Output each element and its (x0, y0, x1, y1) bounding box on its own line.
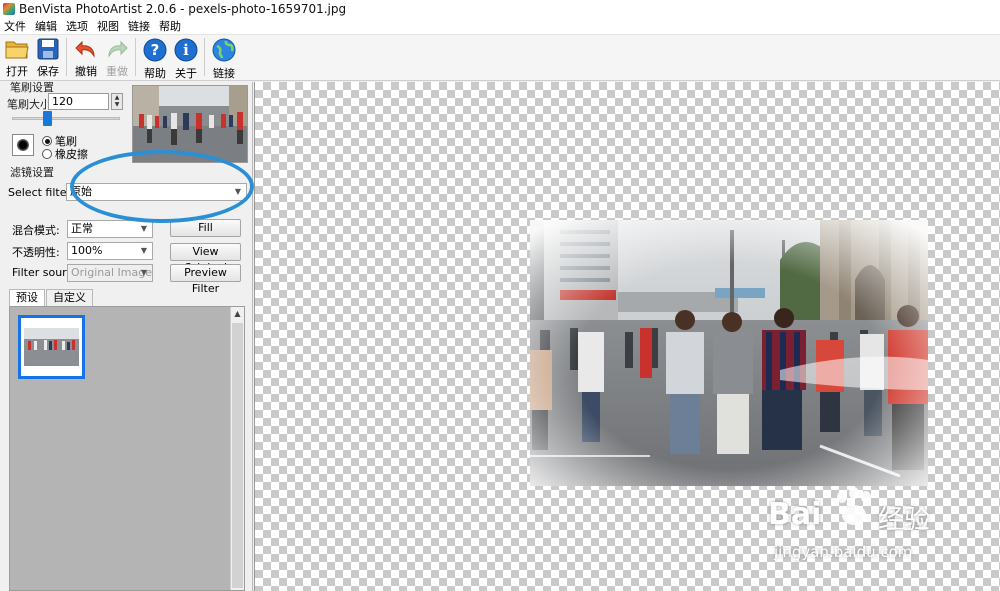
view-original-button[interactable]: View Original (170, 243, 241, 274)
brush-size-slider-track[interactable] (12, 117, 120, 120)
watermark-brand: Bai (768, 497, 822, 532)
preset-item-original[interactable] (18, 315, 85, 379)
help-icon: ? (142, 38, 168, 62)
menu-bar: 文件 编辑 选项 视图 链接 帮助 (0, 18, 1000, 35)
redo-icon (104, 38, 130, 60)
blend-mode-label: 混合模式: (12, 224, 60, 237)
brush-shape-preview[interactable] (12, 134, 34, 156)
watermark-url: jingyan.baidu.com (774, 543, 913, 561)
redo-button[interactable]: 重做 (102, 35, 132, 79)
annotation-ellipse (70, 150, 254, 223)
brush-size-slider-handle[interactable] (43, 111, 52, 126)
scroll-up-icon[interactable]: ▲ (231, 307, 244, 321)
svg-text:?: ? (151, 41, 160, 59)
folder-open-icon (4, 38, 30, 60)
link-button[interactable]: 链接 (209, 35, 239, 80)
globe-icon (211, 38, 237, 62)
scrollbar-thumb[interactable] (232, 323, 243, 588)
brush-size-input[interactable]: 120 (48, 93, 109, 110)
paw-logo-icon (837, 487, 871, 525)
toolbar-separator (204, 38, 205, 76)
filter-settings-label: 滤镜设置 (10, 166, 54, 179)
brush-size-stepper[interactable]: ▲ ▼ (111, 93, 123, 110)
menu-help[interactable]: 帮助 (159, 18, 181, 34)
stepper-up-icon[interactable]: ▲ (112, 94, 122, 101)
open-button[interactable]: 打开 (2, 35, 32, 79)
preset-scrollbar[interactable]: ▲ (230, 307, 244, 590)
menu-options[interactable]: 选项 (66, 18, 88, 34)
toolbar: 打开 保存 撤销 重做 ? 帮助 i 关于 链接 (0, 35, 1000, 81)
window-title: BenVista PhotoArtist 2.0.6 - pexels-phot… (19, 2, 347, 16)
stepper-down-icon[interactable]: ▼ (112, 101, 122, 108)
chevron-down-icon: ▼ (140, 268, 148, 277)
eraser-radio-label: 橡皮擦 (55, 148, 88, 161)
edited-photo[interactable] (530, 220, 928, 486)
info-icon: i (173, 38, 199, 62)
undo-icon (73, 38, 99, 60)
toolbar-separator (66, 38, 67, 76)
blend-mode-select[interactable]: 正常 ▼ (67, 220, 153, 238)
blend-mode-value: 正常 (71, 222, 93, 235)
about-button[interactable]: i 关于 (171, 35, 201, 80)
svg-text:i: i (183, 41, 189, 59)
watermark-brand-cn: 经验 (878, 505, 931, 535)
preset-list: ▲ (9, 306, 245, 591)
floppy-disk-icon (35, 38, 61, 60)
menu-edit[interactable]: 编辑 (35, 18, 57, 34)
preset-tabs: 预设 自定义 (9, 289, 94, 306)
menu-file[interactable]: 文件 (4, 18, 26, 34)
opacity-value: 100% (71, 244, 103, 257)
opacity-label: 不透明性: (12, 246, 60, 259)
preview-filter-button[interactable]: Preview Filter (170, 264, 241, 295)
menu-link[interactable]: 链接 (128, 18, 150, 34)
opacity-select[interactable]: 100% ▼ (67, 242, 153, 260)
save-button[interactable]: 保存 (33, 35, 63, 79)
radio-unchecked-icon (42, 149, 52, 159)
soft-brush-icon (17, 139, 29, 151)
tab-custom[interactable]: 自定义 (46, 289, 93, 306)
title-bar: BenVista PhotoArtist 2.0.6 - pexels-phot… (0, 0, 1000, 18)
filter-source-select: Original Image ▼ (67, 264, 153, 282)
radio-checked-icon (42, 136, 52, 146)
toolbar-separator (135, 38, 136, 76)
chevron-down-icon: ▼ (140, 246, 148, 255)
chevron-down-icon: ▼ (140, 224, 148, 233)
select-filter-label: Select filter: (8, 186, 75, 199)
baidu-watermark: Bai 经验 jingyan.baidu.com (768, 487, 990, 567)
app-logo-icon (3, 3, 15, 15)
tab-presets[interactable]: 预设 (9, 289, 45, 306)
undo-button[interactable]: 撤销 (71, 35, 101, 79)
eraser-radio[interactable]: 橡皮擦 (42, 146, 88, 162)
menu-view[interactable]: 视图 (97, 18, 119, 34)
help-button[interactable]: ? 帮助 (140, 35, 170, 80)
